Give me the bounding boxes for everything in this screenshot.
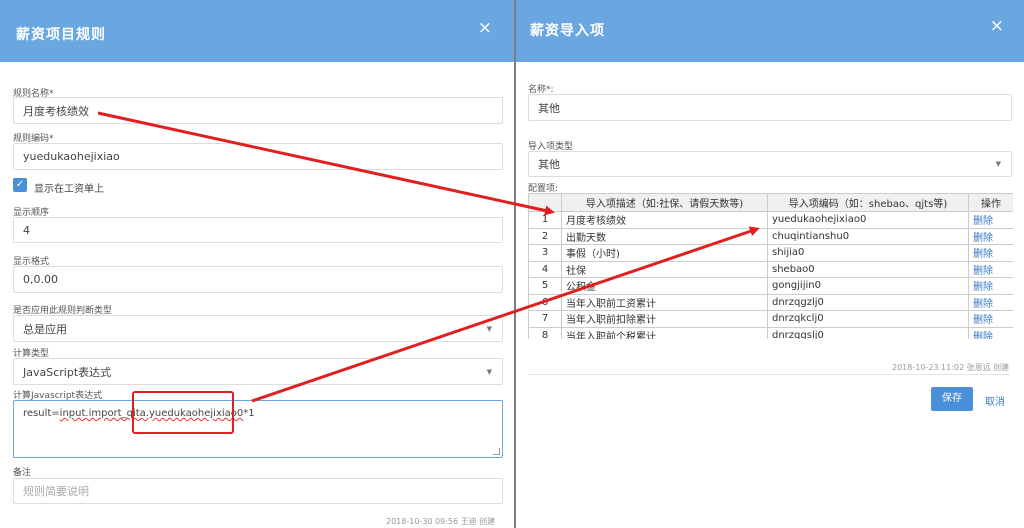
dialog-header: 薪资导入项 ×	[516, 0, 1024, 62]
close-icon[interactable]: ×	[478, 18, 492, 38]
import-type-value: 其他	[538, 158, 560, 171]
row-code: dnrzqkclj0	[767, 310, 969, 328]
calc-type-value: JavaScript表达式	[23, 365, 112, 379]
rule-name-input[interactable]: 月度考核绩效	[13, 97, 503, 124]
col-header-code: 导入项编码（如：shebao、qjts等)	[767, 193, 969, 212]
row-description: 月度考核绩效	[561, 211, 768, 229]
table-row: 3 事假（小时) shijia0 删除	[528, 244, 1013, 262]
chevron-down-icon: ▼	[486, 367, 492, 376]
close-icon[interactable]: ×	[990, 16, 1004, 36]
row-code: yuedukaohejixiao0	[767, 211, 969, 229]
dialog-header: 薪资项目规则 ×	[0, 0, 514, 62]
row-description: 当年入职前个税累计	[561, 326, 768, 339]
row-index: 6	[528, 293, 562, 311]
col-header-index	[528, 193, 562, 212]
delete-link[interactable]: 删除	[968, 310, 1013, 328]
row-code: dnrzqgslj0	[767, 326, 969, 339]
dialog-title: 薪资项目规则	[16, 27, 106, 43]
show-on-payslip-label: 显示在工资单上	[34, 184, 104, 195]
highlight-box	[132, 391, 234, 434]
row-index: 8	[528, 326, 562, 339]
delete-link[interactable]: 删除	[968, 277, 1013, 295]
table-row: 1 月度考核绩效 yuedukaohejixiao0 删除	[528, 211, 1013, 229]
row-description: 公积金	[561, 277, 768, 295]
col-header-desc: 导入项描述（如:社保、请假天数等)	[561, 193, 768, 212]
row-code: shijia0	[767, 244, 969, 262]
row-index: 7	[528, 310, 562, 328]
row-index: 1	[528, 211, 562, 229]
row-code: dnrzqgzlj0	[767, 293, 969, 311]
js-expr-prefix: result=	[23, 408, 60, 419]
row-index: 5	[528, 277, 562, 295]
row-code: shebao0	[767, 260, 969, 278]
row-description: 当年入职前扣除累计	[561, 310, 768, 328]
remark-label: 备注	[13, 468, 32, 478]
table-row: 6 当年入职前工资累计 dnrzqgzlj0 删除	[528, 293, 1013, 311]
display-order-input[interactable]: 4	[13, 217, 503, 243]
left-footer-meta: 2018-10-30 09:56 王迪 创建	[386, 517, 496, 526]
row-description: 事假（小时)	[561, 244, 768, 262]
display-format-input[interactable]: 0,0.00	[13, 266, 503, 293]
chevron-down-icon: ▼	[486, 324, 492, 333]
remark-input[interactable]: 规则简要说明	[13, 478, 503, 504]
cancel-button[interactable]: 取消	[985, 393, 1005, 408]
config-table-scroll[interactable]: 导入项描述（如:社保、请假天数等) 导入项编码（如：shebao、qjts等) …	[528, 193, 1013, 339]
chevron-down-icon: ▼	[995, 160, 1001, 168]
dialog-title: 薪资导入项	[530, 23, 605, 39]
resize-handle[interactable]	[493, 448, 500, 455]
calc-type-select[interactable]: JavaScript表达式 ▼	[13, 358, 503, 385]
delete-link[interactable]: 删除	[968, 326, 1013, 339]
delete-link[interactable]: 删除	[968, 227, 1013, 245]
delete-link[interactable]: 删除	[968, 293, 1013, 311]
rule-code-input[interactable]: yuedukaohejixiao	[13, 143, 503, 170]
row-index: 2	[528, 227, 562, 245]
import-name-input[interactable]: 其他	[528, 94, 1012, 121]
table-row: 7 当年入职前扣除累计 dnrzqkclj0 删除	[528, 310, 1013, 328]
apply-type-value: 总是应用	[23, 322, 67, 336]
row-code: gongjijin0	[767, 277, 969, 295]
table-row: 4 社保 shebao0 删除	[528, 260, 1013, 278]
import-type-select[interactable]: 其他 ▼	[528, 151, 1012, 177]
js-expr-textarea[interactable]: result=input.import_qita.yuedukaohejixia…	[13, 400, 503, 458]
row-description: 出勤天数	[561, 227, 768, 245]
delete-link[interactable]: 删除	[968, 211, 1013, 229]
row-description: 当年入职前工资累计	[561, 293, 768, 311]
save-button[interactable]: 保存	[931, 387, 973, 411]
js-expr-suffix: *1	[243, 408, 255, 419]
row-index: 4	[528, 260, 562, 278]
table-row: 2 出勤天数 chuqintianshu0 删除	[528, 227, 1013, 245]
right-footer-meta: 2018-10-23 11:02 张恩远 创建	[892, 363, 1010, 372]
table-row: 5 公积金 gongjijin0 删除	[528, 277, 1013, 295]
apply-type-select[interactable]: 总是应用 ▼	[13, 315, 503, 342]
show-on-payslip-checkbox[interactable]: ✓	[13, 178, 27, 192]
delete-link[interactable]: 删除	[968, 244, 1013, 262]
row-code: chuqintianshu0	[767, 227, 969, 245]
footer-divider	[528, 374, 1010, 375]
row-description: 社保	[561, 260, 768, 278]
config-table: 导入项描述（如:社保、请假天数等) 导入项编码（如：shebao、qjts等) …	[528, 193, 1013, 339]
delete-link[interactable]: 删除	[968, 260, 1013, 278]
row-index: 3	[528, 244, 562, 262]
table-row: 8 当年入职前个税累计 dnrzqgslj0 删除	[528, 326, 1013, 339]
col-header-op: 操作	[968, 193, 1013, 212]
